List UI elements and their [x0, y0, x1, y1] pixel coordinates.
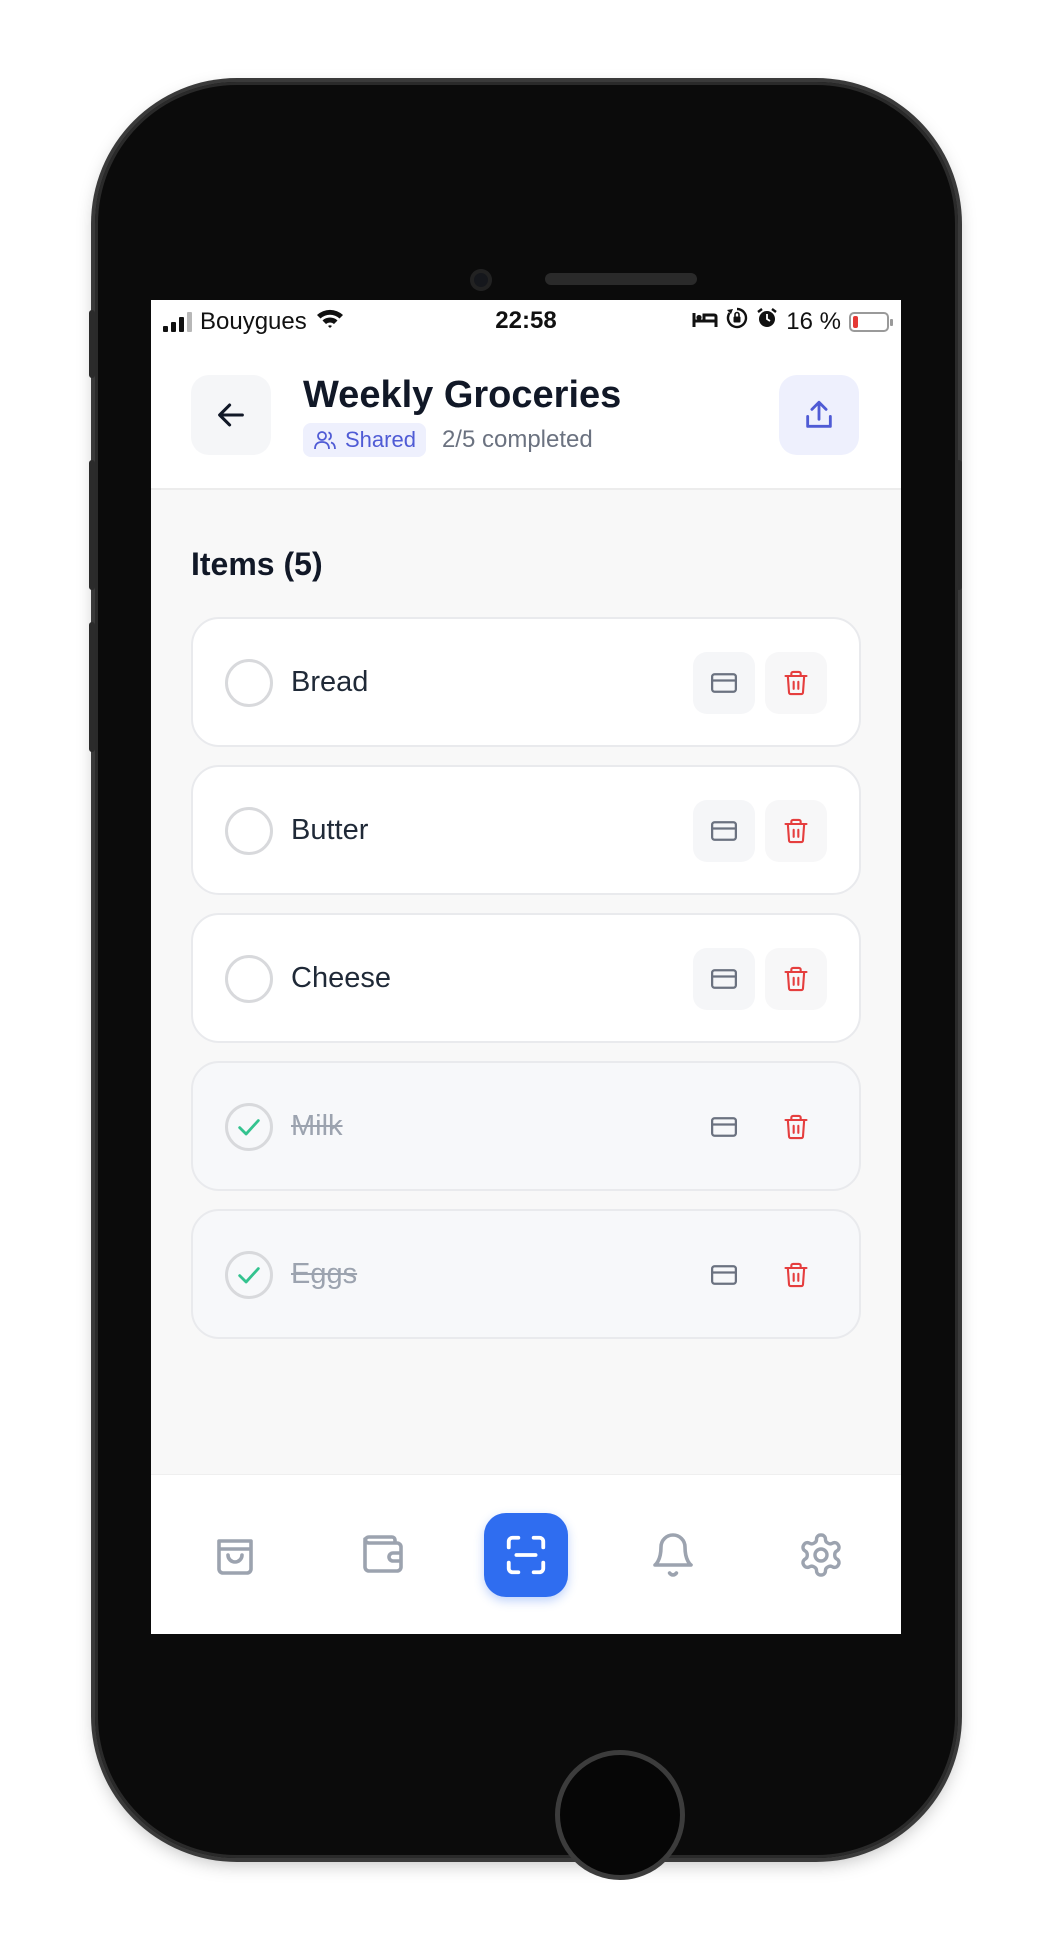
- arrow-left-icon: [218, 403, 244, 427]
- item-checkbox[interactable]: [225, 1103, 273, 1151]
- checkmark-icon: [238, 1119, 260, 1136]
- trash-icon: [784, 966, 808, 992]
- item-name: Eggs: [291, 1258, 358, 1290]
- item-name: Butter: [291, 814, 369, 846]
- checkmark-icon: [238, 1267, 260, 1284]
- wallet-icon: [363, 1535, 403, 1573]
- orientation-lock-icon: [726, 307, 748, 336]
- list-item[interactable]: Cheese: [191, 913, 861, 1043]
- tab-notifications[interactable]: [635, 1517, 711, 1593]
- item-list: Bread Butter Cheese Milk Eggs: [191, 617, 861, 1357]
- page-title: Weekly Groceries: [303, 374, 622, 416]
- credit-card-icon: [711, 969, 737, 989]
- trash-icon: [784, 1262, 808, 1288]
- tab-bag[interactable]: [197, 1517, 273, 1593]
- tab-settings[interactable]: [783, 1517, 859, 1593]
- trash-icon: [784, 670, 808, 696]
- item-delete-button[interactable]: [765, 800, 827, 862]
- item-name: Milk: [291, 1110, 343, 1142]
- item-card-button[interactable]: [693, 800, 755, 862]
- item-card-button[interactable]: [693, 652, 755, 714]
- badge-label: Shared: [345, 427, 416, 452]
- share-icon: [806, 400, 832, 428]
- home-button[interactable]: [555, 1750, 685, 1880]
- power-button: [956, 460, 962, 590]
- alarm-icon: [756, 307, 778, 336]
- credit-card-icon: [711, 673, 737, 693]
- item-delete-button[interactable]: [765, 1244, 827, 1306]
- shared-badge: Shared: [303, 423, 426, 457]
- battery-icon: [849, 311, 893, 332]
- item-checkbox[interactable]: [225, 659, 273, 707]
- trash-icon: [784, 1114, 808, 1140]
- list-item[interactable]: Bread: [191, 617, 861, 747]
- list-header: Weekly Groceries Shared 2/5 completed: [151, 340, 901, 490]
- bed-icon: [692, 308, 718, 336]
- item-delete-button[interactable]: [765, 948, 827, 1010]
- tab-scan[interactable]: [484, 1513, 568, 1597]
- item-card-button[interactable]: [693, 948, 755, 1010]
- bag-icon: [217, 1539, 253, 1575]
- share-button[interactable]: [779, 375, 859, 455]
- item-checkbox[interactable]: [225, 955, 273, 1003]
- list-item[interactable]: Butter: [191, 765, 861, 895]
- item-card-button[interactable]: [693, 1244, 755, 1306]
- app-screen: Bouygues 22:58 16 % Weekly Groceries Sha…: [151, 300, 901, 1634]
- trash-icon: [784, 818, 808, 844]
- scan-icon: [506, 1535, 546, 1575]
- volume-up-button: [89, 460, 95, 590]
- items-section-title: Items (5): [191, 546, 323, 582]
- credit-card-icon: [711, 1117, 737, 1137]
- completion-progress: 2/5 completed: [441, 426, 593, 453]
- tab-wallet[interactable]: [345, 1517, 421, 1593]
- mute-switch: [89, 310, 95, 378]
- list-item[interactable]: Eggs: [191, 1209, 861, 1339]
- item-checkbox[interactable]: [225, 807, 273, 855]
- item-name: Bread: [291, 666, 369, 698]
- item-name: Cheese: [291, 962, 391, 994]
- credit-card-icon: [711, 821, 737, 841]
- gear-icon: [801, 1533, 841, 1577]
- credit-card-icon: [711, 1265, 737, 1285]
- earpiece-speaker: [545, 273, 697, 285]
- front-camera: [470, 269, 492, 291]
- item-delete-button[interactable]: [765, 1096, 827, 1158]
- bottom-tab-bar: [151, 1474, 901, 1634]
- back-button[interactable]: [191, 375, 271, 455]
- battery-percentage: 16 %: [786, 307, 841, 335]
- status-bar: Bouygues 22:58 16 %: [151, 300, 901, 340]
- volume-down-button: [89, 622, 95, 752]
- item-checkbox[interactable]: [225, 1251, 273, 1299]
- item-card-button[interactable]: [693, 1096, 755, 1158]
- item-delete-button[interactable]: [765, 652, 827, 714]
- users-icon: [314, 431, 336, 450]
- list-item[interactable]: Milk: [191, 1061, 861, 1191]
- bell-icon: [653, 1533, 693, 1577]
